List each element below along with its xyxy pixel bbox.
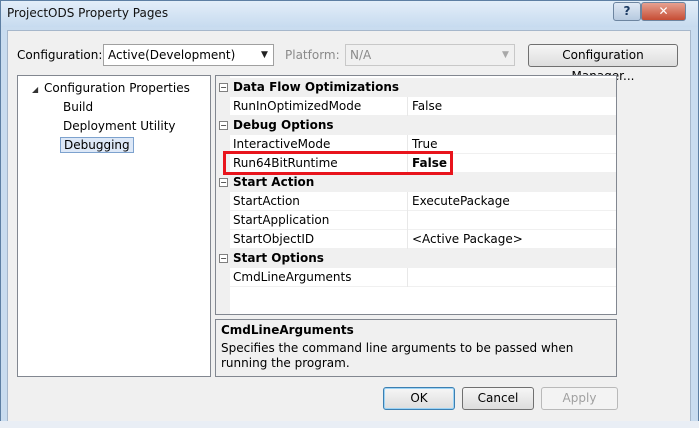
tree-item-deployment-utility[interactable]: Deployment Utility: [63, 119, 176, 133]
collapse-icon[interactable]: −: [219, 121, 228, 130]
property-name: StartAction: [233, 194, 300, 208]
property-row-interactivemode[interactable]: InteractiveMode True: [216, 135, 616, 154]
tree-item-build[interactable]: Build: [63, 100, 93, 114]
background-strip: [0, 421, 699, 428]
collapse-icon[interactable]: −: [219, 254, 228, 263]
tree-item-configuration-properties[interactable]: Configuration Properties: [44, 81, 190, 95]
column-divider: [407, 192, 408, 211]
property-name: InteractiveMode: [233, 137, 331, 151]
column-divider: [407, 97, 408, 116]
help-icon: ?: [623, 4, 631, 18]
category-label: Start Options: [233, 251, 324, 265]
title-bar[interactable]: ProjectODS Property Pages ? ✕: [1, 1, 698, 27]
category-label: Debug Options: [233, 118, 334, 132]
property-value[interactable]: True: [412, 137, 438, 151]
property-grid: − Data Flow Optimizations RunInOptimized…: [215, 75, 617, 315]
configuration-label: Configuration:: [17, 48, 103, 62]
close-icon: ✕: [658, 4, 669, 18]
property-row-cmdlinearguments[interactable]: CmdLineArguments: [216, 268, 616, 287]
close-button[interactable]: ✕: [641, 2, 686, 21]
configuration-value: Active(Development): [108, 48, 236, 62]
category-label: Data Flow Optimizations: [233, 80, 400, 94]
chevron-down-icon: ▼: [502, 50, 509, 60]
apply-button[interactable]: Apply: [541, 387, 618, 410]
property-value[interactable]: <Active Package>: [412, 232, 523, 246]
description-panel: CmdLineArguments Specifies the command l…: [215, 319, 617, 377]
property-row-runinoptimizedmode[interactable]: RunInOptimizedMode False: [216, 97, 616, 116]
property-pages-window: ProjectODS Property Pages ? ✕ Configurat…: [0, 0, 699, 428]
property-name: CmdLineArguments: [233, 270, 352, 284]
collapse-icon[interactable]: −: [219, 178, 228, 187]
column-divider: [407, 211, 408, 230]
chevron-down-icon: ▼: [261, 50, 268, 60]
platform-dropdown[interactable]: N/A ▼: [345, 44, 515, 66]
cancel-button[interactable]: Cancel: [462, 387, 534, 410]
property-name: RunInOptimizedMode: [233, 99, 362, 113]
category-label: Start Action: [233, 175, 315, 189]
property-name: StartApplication: [233, 213, 330, 227]
column-divider: [407, 268, 408, 287]
property-value[interactable]: False: [412, 156, 447, 170]
property-name: Run64BitRuntime: [233, 156, 338, 170]
configuration-dropdown[interactable]: Active(Development) ▼: [103, 44, 274, 66]
property-row-run64bitruntime[interactable]: Run64BitRuntime False: [216, 154, 616, 173]
column-divider: [407, 135, 408, 154]
description-text: Specifies the command line arguments to …: [221, 341, 574, 370]
dialog-client-area: Configuration: Active(Development) ▼ Pla…: [7, 30, 691, 422]
ok-button[interactable]: OK: [383, 387, 455, 410]
property-row-startobjectid[interactable]: StartObjectID <Active Package>: [216, 230, 616, 249]
category-debug-options[interactable]: − Debug Options: [216, 116, 616, 135]
category-start-action[interactable]: − Start Action: [216, 173, 616, 192]
tree-item-debugging[interactable]: Debugging: [60, 137, 134, 153]
property-tree: ◢ Configuration Properties Build Deploym…: [17, 75, 211, 377]
help-button[interactable]: ?: [613, 2, 641, 21]
column-divider: [407, 154, 408, 173]
expanded-triangle-icon[interactable]: ◢: [32, 85, 38, 94]
property-value[interactable]: ExecutePackage: [412, 194, 510, 208]
platform-value: N/A: [350, 48, 372, 62]
category-start-options[interactable]: − Start Options: [216, 249, 616, 268]
column-divider: [407, 230, 408, 249]
configuration-manager-button[interactable]: Configuration Manager...: [528, 44, 678, 83]
collapse-icon[interactable]: −: [219, 83, 228, 92]
property-value[interactable]: False: [412, 99, 442, 113]
platform-label: Platform:: [285, 48, 340, 62]
window-title: ProjectODS Property Pages: [7, 6, 169, 20]
property-row-startapplication[interactable]: StartApplication: [216, 211, 616, 230]
description-title: CmdLineArguments: [221, 323, 354, 337]
property-name: StartObjectID: [233, 232, 315, 246]
category-data-flow-optimizations[interactable]: − Data Flow Optimizations: [216, 78, 616, 97]
property-row-startaction[interactable]: StartAction ExecutePackage: [216, 192, 616, 211]
